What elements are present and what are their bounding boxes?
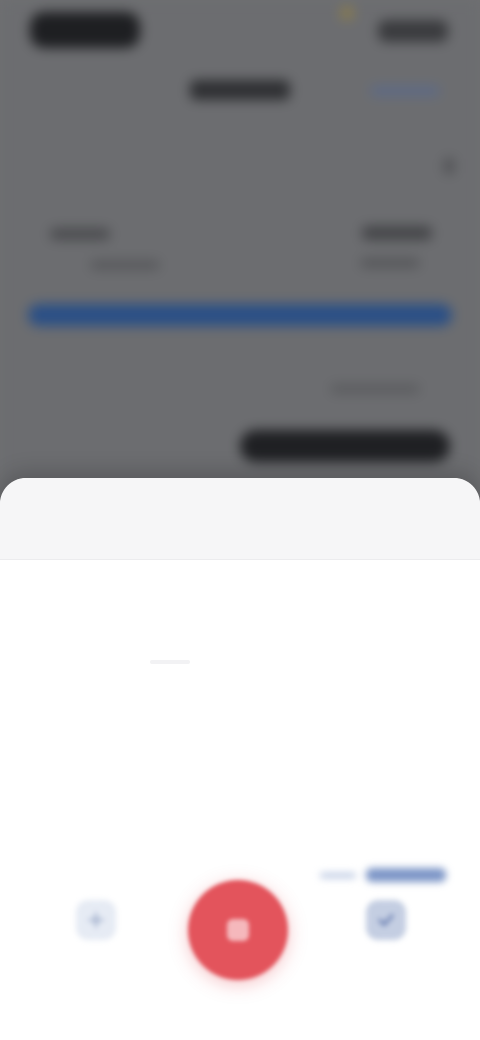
left-sublabel: [90, 260, 160, 270]
plus-icon: [76, 900, 116, 940]
nav-action-link[interactable]: [370, 86, 440, 96]
meta-text: [330, 384, 420, 394]
chevron-right-icon: [444, 158, 454, 174]
sheet-header: [0, 478, 480, 560]
stop-icon: [227, 919, 249, 941]
primary-button[interactable]: [240, 430, 450, 462]
right-label: [362, 226, 432, 240]
progress-bar: [28, 304, 452, 326]
right-action-button[interactable]: [346, 900, 426, 1010]
status-icons: [378, 20, 448, 42]
left-label: [50, 228, 110, 240]
status-bar: [0, 0, 480, 60]
background-screen: [0, 0, 480, 500]
divider: [150, 660, 190, 664]
record-button[interactable]: [188, 880, 288, 980]
action-bar: [0, 870, 480, 1010]
status-time: [30, 12, 140, 48]
right-sublabel: [360, 258, 420, 268]
checkmark-icon: [366, 900, 406, 940]
progress-fill: [28, 304, 452, 326]
left-action-button[interactable]: [56, 900, 136, 1010]
status-indicator-icon: [340, 6, 354, 20]
nav-title: [190, 80, 290, 100]
